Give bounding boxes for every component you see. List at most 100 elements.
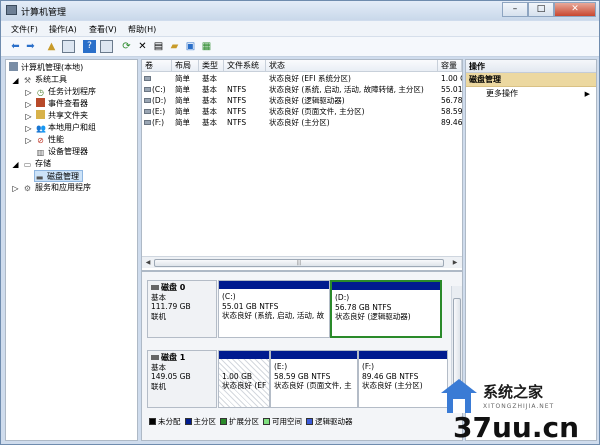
minimize-button[interactable]: –: [502, 2, 528, 17]
performance-icon: ⊘: [37, 136, 44, 145]
navigation-tree: 计算机管理(本地) ◢ ⚒ 系统工具 ▷ ◷ 任务计划程序 ▷ 事件查看器 ▷ 共享文件夹 …: [5, 59, 138, 441]
col-layout[interactable]: 布局: [172, 60, 199, 72]
volume-cell: 简单: [175, 85, 190, 94]
expand-arrow-icon[interactable]: ▷: [24, 88, 33, 97]
refresh-icon[interactable]: ⟳: [120, 40, 133, 53]
tree-event-viewer[interactable]: ▷ 事件查看器: [24, 98, 88, 110]
tree-storage[interactable]: ◢ ▭ 存储: [11, 158, 51, 170]
menu-view[interactable]: 查看(V): [89, 24, 117, 35]
disk-management-pane: 卷 布局 类型 文件系统 状态 容量 简单 基本 状态良好 (EFI 系统分区) 1.…: [141, 59, 463, 441]
menu-action[interactable]: 操作(A): [49, 24, 77, 35]
disk-1-label[interactable]: 磁盘 1 基本 149.05 GB 联机: [147, 350, 217, 408]
window-title: 计算机管理: [21, 8, 67, 18]
tree-device-manager[interactable]: ▥ 设备管理器: [36, 146, 88, 158]
col-status[interactable]: 状态: [266, 60, 438, 72]
volume-cell: (F:): [152, 118, 165, 127]
expand-arrow-icon[interactable]: ▷: [24, 112, 33, 121]
volume-cell: 基本: [202, 85, 217, 94]
computer-management-window: 计算机管理 – □ ✕ 文件(F) 操作(A) 查看(V) 帮助(H) ⬅ ➡ …: [0, 0, 600, 445]
disk-graphical-view: 磁盘 0 基本 111.79 GB 联机 (C:) 55.01 GB NTFS …: [142, 270, 462, 440]
volume-row[interactable]: (D:) 简单 基本 NTFS 状态良好 (逻辑驱动器) 56.78: [142, 96, 462, 106]
actions-section-disk-management[interactable]: 磁盘管理: [466, 73, 596, 87]
more-actions[interactable]: 更多操作 ▶: [466, 87, 596, 101]
col-volume[interactable]: 卷: [142, 60, 172, 72]
partition-e[interactable]: (E:) 58.59 GB NTFS 状态良好 (页面文件, 主: [270, 350, 358, 408]
volume-cell: 基本: [202, 96, 217, 105]
watermark-url: XITONGZHIJIA.NET: [483, 403, 555, 410]
expand-arrow-icon[interactable]: ▷: [11, 184, 20, 193]
partition-f[interactable]: (F:) 89.46 GB NTFS 状态良好 (主分区): [358, 350, 448, 408]
legend-swatch-extended: [220, 417, 227, 425]
title-bar[interactable]: 计算机管理 – □ ✕: [1, 1, 599, 20]
tree-performance[interactable]: ▷ ⊘ 性能: [24, 134, 64, 146]
toolbar: ⬅ ➡ ▲ ? ⟳ ✕ ▤ ▰ ▣ ▦: [1, 37, 599, 57]
volume-cell: 1.00 C: [441, 74, 462, 83]
volume-cell: 基本: [202, 107, 217, 116]
volume-icon: [144, 120, 151, 125]
tree-task-scheduler[interactable]: ▷ ◷ 任务计划程序: [24, 86, 96, 98]
watermark-site: 37uu.cn: [453, 411, 579, 444]
volume-cell: 简单: [175, 107, 190, 116]
col-capacity[interactable]: 容量: [438, 60, 462, 72]
volume-row[interactable]: (C:) 简单 基本 NTFS 状态良好 (系统, 启动, 活动, 故障转储, 主分区)…: [142, 85, 462, 95]
volume-cell: NTFS: [227, 85, 247, 94]
forward-arrow-icon[interactable]: ➡: [24, 40, 37, 53]
menu-bar: 文件(F) 操作(A) 查看(V) 帮助(H): [1, 21, 599, 37]
computer-management-icon: [6, 5, 17, 15]
disk-settings-icon[interactable]: ▦: [200, 40, 213, 53]
properties-icon[interactable]: ▤: [152, 40, 165, 53]
site-watermark: 系统之家 XITONGZHIJIA.NET 37uu.cn: [439, 373, 599, 444]
collapse-arrow-icon[interactable]: ◢: [11, 76, 20, 85]
partition-c[interactable]: (C:) 55.01 GB NTFS 状态良好 (系统, 启动, 活动, 故: [218, 280, 330, 338]
expand-arrow-icon[interactable]: ▷: [24, 136, 33, 145]
back-arrow-icon[interactable]: ⬅: [9, 40, 22, 53]
volume-row[interactable]: 简单 基本 状态良好 (EFI 系统分区) 1.00 C: [142, 74, 462, 84]
show-hide-action-icon[interactable]: [100, 40, 113, 53]
tools-icon: ⚒: [23, 76, 32, 85]
menu-help[interactable]: 帮助(H): [128, 24, 156, 35]
scroll-thumb[interactable]: |||: [154, 259, 444, 267]
expand-arrow-icon[interactable]: ▷: [24, 100, 33, 109]
scroll-right-icon[interactable]: ▶: [450, 258, 460, 268]
volume-row[interactable]: (F:) 简单 基本 NTFS 状态良好 (主分区) 89.46: [142, 118, 462, 128]
delete-icon[interactable]: ✕: [136, 40, 149, 53]
volume-cell: 基本: [202, 118, 217, 127]
legend-swatch-unallocated: [149, 417, 156, 425]
event-viewer-icon: [36, 98, 45, 107]
tree-local-users[interactable]: ▷ 👥 本地用户和组: [24, 122, 96, 134]
menu-file[interactable]: 文件(F): [11, 24, 38, 35]
expand-arrow-icon[interactable]: ▷: [24, 124, 33, 133]
col-type[interactable]: 类型: [199, 60, 224, 72]
maximize-button[interactable]: □: [528, 2, 554, 17]
up-folder-icon[interactable]: ▲: [45, 40, 58, 53]
tree-system-tools[interactable]: ◢ ⚒ 系统工具: [11, 74, 67, 86]
actions-header: 操作: [466, 60, 596, 73]
scroll-left-icon[interactable]: ◀: [143, 258, 153, 268]
legend-swatch-free: [263, 417, 270, 425]
open-icon[interactable]: ▰: [168, 40, 181, 53]
close-button[interactable]: ✕: [554, 2, 596, 17]
volume-cell: 基本: [202, 74, 217, 83]
storage-icon: ▭: [23, 160, 32, 169]
volume-cell: 状态良好 (逻辑驱动器): [269, 96, 345, 105]
col-filesystem[interactable]: 文件系统: [224, 60, 266, 72]
tree-services-apps[interactable]: ▷ ⚙ 服务和应用程序: [11, 182, 91, 194]
show-hide-tree-icon[interactable]: [62, 40, 75, 53]
volume-cell: 89.46: [441, 118, 462, 127]
legend-swatch-logical: [306, 417, 313, 425]
disk-0-label[interactable]: 磁盘 0 基本 111.79 GB 联机: [147, 280, 217, 338]
horizontal-scrollbar[interactable]: ◀ ||| ▶: [142, 256, 462, 268]
partition-efi[interactable]: 1.00 GB 状态良好 (EF: [218, 350, 270, 408]
tree-shared-folders[interactable]: ▷ 共享文件夹: [24, 110, 88, 122]
save-icon[interactable]: ▣: [184, 40, 197, 53]
help-icon[interactable]: ?: [83, 40, 96, 53]
volume-cell: NTFS: [227, 118, 247, 127]
tree-root[interactable]: 计算机管理(本地): [9, 62, 83, 74]
tree-disk-management[interactable]: ▬ 磁盘管理: [34, 170, 83, 182]
collapse-arrow-icon[interactable]: ◢: [11, 160, 20, 169]
volume-cell: NTFS: [227, 96, 247, 105]
submenu-arrow-icon: ▶: [584, 90, 590, 98]
partition-d[interactable]: (D:) 56.78 GB NTFS 状态良好 (逻辑驱动器): [330, 280, 442, 338]
disk-icon: [151, 285, 159, 290]
volume-row[interactable]: (E:) 简单 基本 NTFS 状态良好 (页面文件, 主分区) 58.59: [142, 107, 462, 117]
